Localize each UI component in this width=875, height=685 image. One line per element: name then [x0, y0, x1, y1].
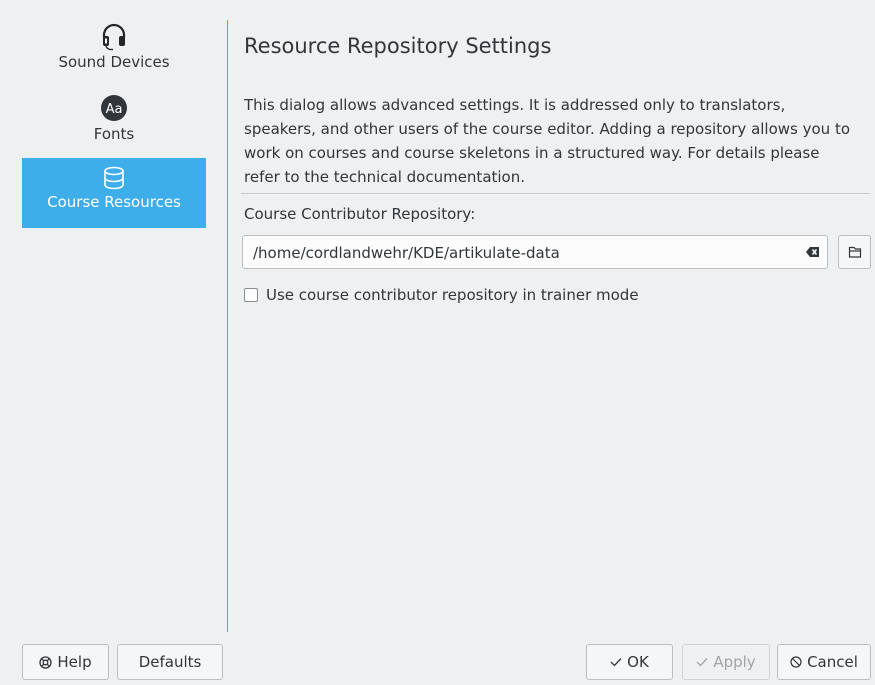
clear-icon[interactable]: [805, 244, 821, 260]
repository-path-value: /home/cordlandwehr/KDE/artikulate-data: [253, 244, 560, 262]
help-button[interactable]: Help: [22, 644, 109, 680]
browse-folder-button[interactable]: [838, 235, 871, 269]
sidebar-item-label: Fonts: [93, 125, 135, 143]
database-icon: [22, 164, 206, 192]
sidebar-item-label: Course Resources: [47, 193, 181, 211]
page-description: This dialog allows advanced settings. It…: [244, 96, 851, 186]
help-icon: [39, 655, 53, 669]
fonts-icon: Aa: [22, 92, 206, 124]
trainer-mode-checkbox[interactable]: [244, 288, 258, 302]
ok-label: OK: [627, 653, 649, 671]
repository-path-input[interactable]: /home/cordlandwehr/KDE/artikulate-data: [242, 235, 828, 269]
help-label: Help: [57, 653, 92, 671]
ok-button[interactable]: OK: [586, 644, 673, 680]
checkmark-icon: [696, 657, 708, 667]
sidebar-divider: [227, 20, 228, 632]
cancel-label: Cancel: [807, 653, 858, 671]
svg-text:Aa: Aa: [106, 102, 123, 117]
page-title: Resource Repository Settings: [244, 34, 552, 58]
apply-button[interactable]: Apply: [682, 644, 770, 680]
sidebar-item-fonts[interactable]: Aa Fonts: [22, 92, 206, 156]
trainer-mode-label: Use course contributor repository in tra…: [266, 286, 639, 304]
sidebar-item-course-resources[interactable]: Course Resources: [22, 158, 206, 228]
cancel-button[interactable]: Cancel: [777, 644, 871, 680]
cancel-icon: [790, 656, 802, 668]
apply-label: Apply: [713, 653, 756, 671]
folder-icon: [848, 245, 862, 259]
sidebar-item-label: Sound Devices: [58, 53, 170, 71]
repository-label: Course Contributor Repository:: [244, 205, 476, 223]
defaults-label: Defaults: [138, 653, 202, 671]
separator: [241, 193, 870, 194]
headset-icon: [22, 20, 206, 52]
checkmark-icon: [610, 657, 622, 667]
sidebar-item-sound-devices[interactable]: Sound Devices: [22, 22, 206, 86]
defaults-button[interactable]: Defaults: [117, 644, 223, 680]
trainer-mode-option[interactable]: Use course contributor repository in tra…: [244, 285, 639, 305]
